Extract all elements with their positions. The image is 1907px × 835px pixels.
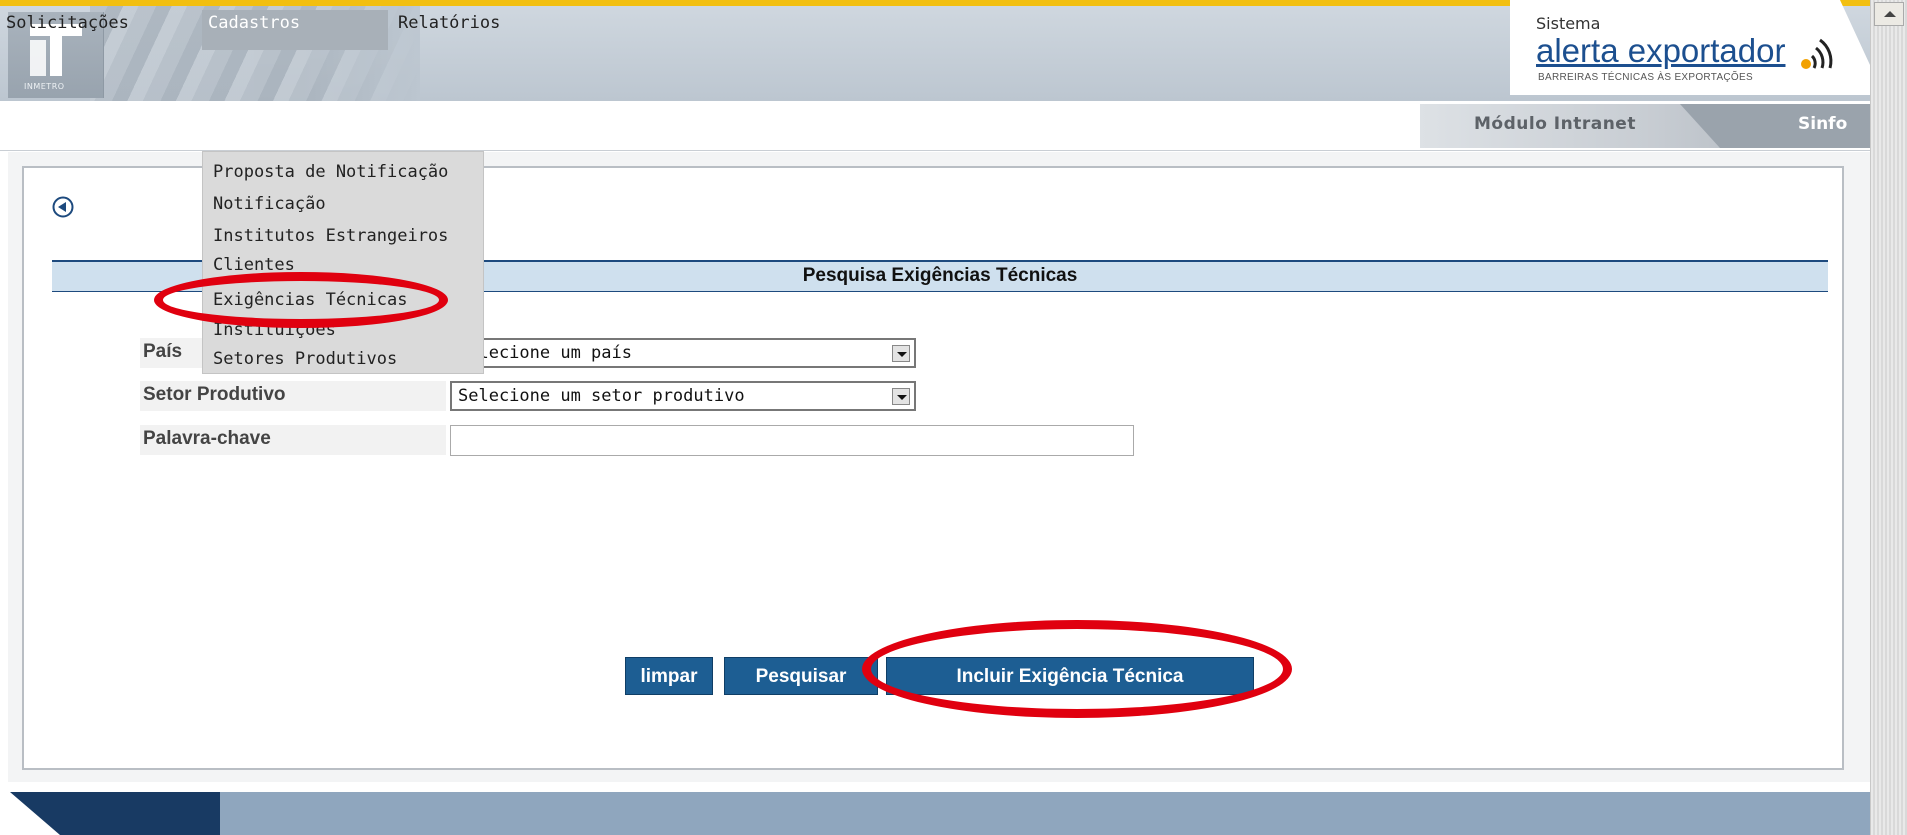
menu-solicitacoes[interactable]: Solicitações — [0, 10, 200, 50]
brand-subtitle: BARREIRAS TÉCNICAS ÀS EXPORTAÇÕES — [1538, 72, 1753, 83]
annotation-circle-incluir — [862, 620, 1292, 718]
menu-cadastros[interactable]: Cadastros — [202, 10, 388, 50]
pais-label: País — [143, 341, 183, 362]
menu-relatorios[interactable]: Relatórios — [392, 10, 552, 50]
pais-select[interactable]: Selecione um país — [450, 338, 916, 368]
chevron-down-icon[interactable] — [892, 345, 910, 362]
back-arrow-icon[interactable] — [52, 196, 74, 218]
footer-bar — [0, 792, 1870, 835]
setor-select-value: Selecione um setor produtivo — [458, 386, 745, 406]
setor-produtivo-label: Setor Produtivo — [143, 384, 286, 405]
dropdown-item-notificacao[interactable]: Notificação — [213, 194, 326, 214]
palavra-chave-input[interactable] — [450, 425, 1134, 456]
limpar-button[interactable]: limpar — [625, 657, 713, 695]
dropdown-item-institutos-estrangeiros[interactable]: Institutos Estrangeiros — [213, 226, 448, 246]
dropdown-item-setores-produtivos[interactable]: Setores Produtivos — [213, 349, 397, 369]
scroll-up-icon[interactable] — [1874, 2, 1904, 26]
dropdown-item-proposta-notificacao[interactable]: Proposta de Notificação — [213, 162, 448, 182]
modulo-intranet-label: Módulo Intranet — [1474, 114, 1636, 134]
cadastros-dropdown-menu: Proposta de Notificação Notificação Inst… — [202, 151, 484, 374]
annotation-circle-exigencias — [154, 272, 448, 328]
pais-select-value: Selecione um país — [458, 343, 632, 363]
signal-waves-icon — [1801, 38, 1833, 69]
chevron-down-icon[interactable] — [892, 388, 910, 405]
setor-produtivo-select[interactable]: Selecione um setor produtivo — [450, 381, 916, 411]
sinfo-label[interactable]: Sinfo — [1798, 114, 1847, 134]
pesquisar-button[interactable]: Pesquisar — [724, 657, 878, 695]
palavra-chave-label: Palavra-chave — [143, 428, 271, 449]
brand-name-link[interactable]: alerta exportador — [1536, 32, 1785, 70]
logo-text: INMETRO — [24, 82, 65, 91]
brand-sistema-label: Sistema — [1536, 14, 1601, 33]
vertical-scrollbar[interactable] — [1870, 0, 1907, 835]
